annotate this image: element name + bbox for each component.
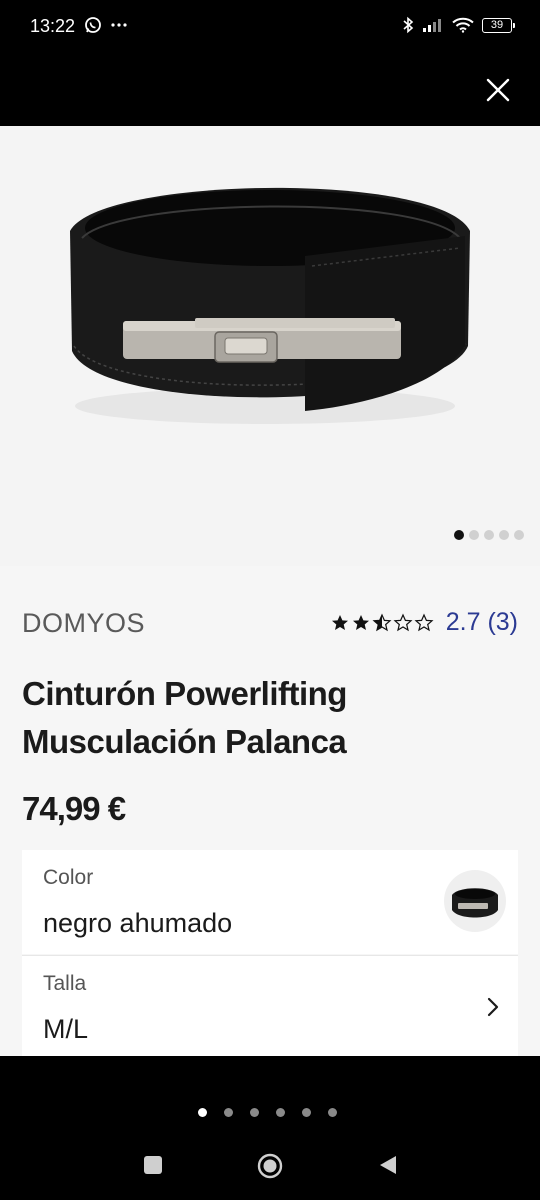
- carousel-dot[interactable]: [469, 530, 479, 540]
- product-image: [70, 187, 470, 424]
- page-dot[interactable]: [250, 1108, 259, 1117]
- color-label: Color: [43, 866, 94, 889]
- star-full-icon: [352, 614, 369, 630]
- more-dots-icon: [111, 23, 127, 27]
- whatsapp-icon: [85, 17, 101, 33]
- rating[interactable]: 2.7 (3): [330, 608, 518, 637]
- color-swatch-thumbnail[interactable]: [444, 870, 506, 932]
- star-half-icon: [372, 613, 392, 631]
- carousel-dot[interactable]: [514, 530, 524, 540]
- color-value: negro ahumado: [43, 908, 233, 938]
- rating-stars: [330, 613, 434, 633]
- brand-name[interactable]: DOMYOS: [22, 608, 145, 639]
- page-dot[interactable]: [276, 1108, 285, 1117]
- product-price: 74,99 €: [22, 790, 126, 827]
- page-dot[interactable]: [198, 1108, 207, 1117]
- size-selector[interactable]: Talla M/L: [22, 955, 518, 1056]
- close-icon[interactable]: [482, 74, 514, 106]
- star-empty-icon: [414, 613, 434, 631]
- status-right-icons: 39: [402, 16, 515, 34]
- color-selector[interactable]: Color negro ahumado: [22, 850, 518, 954]
- top-bar: [0, 56, 540, 126]
- rating-value: 2.7 (3): [446, 608, 518, 637]
- recents-square-icon[interactable]: [142, 1154, 164, 1176]
- carousel-dot[interactable]: [454, 530, 464, 540]
- color-swatch-image: [452, 888, 498, 918]
- page-dot[interactable]: [302, 1108, 311, 1117]
- carousel-dot[interactable]: [484, 530, 494, 540]
- signal-icon: [423, 19, 441, 32]
- page-indicator-dots: [198, 1108, 337, 1117]
- home-circle-icon[interactable]: [257, 1153, 283, 1179]
- status-left-icons: [84, 16, 128, 34]
- product-title: Cinturón Powerlifting Musculación Palanc…: [22, 675, 347, 760]
- bottom-navigation-area: [0, 1056, 540, 1200]
- rating-count: (3): [487, 608, 518, 636]
- page-dot[interactable]: [328, 1108, 337, 1117]
- size-label: Talla: [43, 972, 87, 995]
- bluetooth-icon: [403, 16, 414, 34]
- battery-level: 39: [490, 18, 504, 31]
- wifi-icon: [452, 17, 474, 33]
- star-full-icon: [331, 614, 348, 630]
- status-time: 13:22: [30, 16, 76, 36]
- image-carousel-dots: [454, 530, 524, 540]
- product-image-carousel[interactable]: [0, 126, 540, 566]
- back-triangle-icon[interactable]: [378, 1154, 400, 1176]
- chevron-right-icon: [487, 997, 499, 1017]
- size-value: M/L: [43, 1014, 89, 1044]
- carousel-dot[interactable]: [499, 530, 509, 540]
- product-detail: DOMYOS 2.7 (3) Cinturón Powerlifting Mus…: [0, 126, 540, 1056]
- star-empty-icon: [393, 613, 413, 631]
- battery-icon: 39: [482, 17, 515, 33]
- status-bar: 13:22 39: [0, 0, 540, 56]
- rating-score: 2.7: [445, 608, 481, 636]
- page-dot[interactable]: [224, 1108, 233, 1117]
